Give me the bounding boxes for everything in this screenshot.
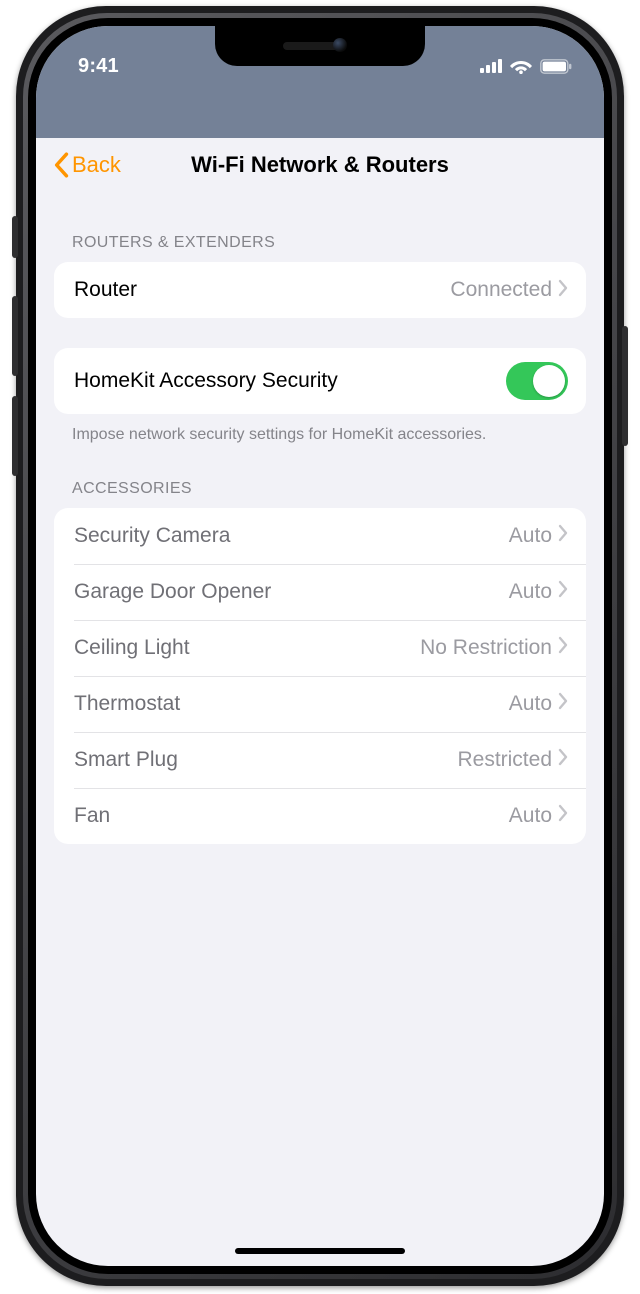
accessory-row-label: Ceiling Light bbox=[74, 636, 420, 660]
chevron-right-icon bbox=[558, 580, 568, 603]
accessory-row-label: Security Camera bbox=[74, 524, 509, 548]
power-button bbox=[622, 326, 628, 446]
chevron-left-icon bbox=[52, 152, 70, 178]
router-row-label: Router bbox=[74, 278, 450, 302]
back-button[interactable]: Back bbox=[52, 152, 121, 178]
screen: 9:41 bbox=[36, 26, 604, 1266]
section-header-routers: ROUTERS & EXTENDERS bbox=[54, 234, 586, 262]
notch bbox=[215, 26, 425, 66]
accessories-card: Security CameraAutoGarage Door OpenerAut… bbox=[54, 508, 586, 844]
chevron-right-icon bbox=[558, 524, 568, 547]
wifi-icon bbox=[510, 58, 532, 74]
accessory-row-value: Auto bbox=[509, 524, 552, 548]
router-row-value: Connected bbox=[450, 278, 552, 302]
security-card: HomeKit Accessory Security bbox=[54, 348, 586, 414]
silence-switch bbox=[12, 216, 18, 258]
toggle-knob bbox=[533, 365, 565, 397]
cellular-icon bbox=[480, 59, 502, 73]
section-header-accessories: ACCESSORIES bbox=[54, 480, 586, 508]
accessory-row-value: Auto bbox=[509, 692, 552, 716]
accessory-row[interactable]: Ceiling LightNo Restriction bbox=[54, 620, 586, 676]
accessory-row-label: Smart Plug bbox=[74, 748, 457, 772]
accessory-row[interactable]: FanAuto bbox=[54, 788, 586, 844]
chevron-right-icon bbox=[558, 636, 568, 659]
accessory-row[interactable]: ThermostatAuto bbox=[54, 676, 586, 732]
content-area: ROUTERS & EXTENDERS Router Connected bbox=[36, 198, 604, 1266]
accessory-row[interactable]: Security CameraAuto bbox=[54, 508, 586, 564]
volume-up-button bbox=[12, 296, 18, 376]
page-title: Wi-Fi Network & Routers bbox=[36, 152, 604, 178]
home-indicator[interactable] bbox=[235, 1248, 405, 1254]
router-row[interactable]: Router Connected bbox=[54, 262, 586, 318]
homekit-security-row[interactable]: HomeKit Accessory Security bbox=[54, 348, 586, 414]
accessory-row[interactable]: Garage Door OpenerAuto bbox=[54, 564, 586, 620]
security-footer-text: Impose network security settings for Hom… bbox=[54, 414, 586, 446]
status-indicators bbox=[480, 58, 572, 74]
back-label: Back bbox=[72, 152, 121, 178]
security-row-label: HomeKit Accessory Security bbox=[74, 369, 506, 393]
security-toggle[interactable] bbox=[506, 362, 568, 400]
chevron-right-icon bbox=[558, 748, 568, 771]
accessory-row-label: Fan bbox=[74, 804, 509, 828]
chevron-right-icon bbox=[558, 692, 568, 715]
battery-icon bbox=[540, 59, 572, 74]
chevron-right-icon bbox=[558, 804, 568, 827]
router-card: Router Connected bbox=[54, 262, 586, 318]
accessory-row[interactable]: Smart PlugRestricted bbox=[54, 732, 586, 788]
phone-frame: 9:41 bbox=[16, 6, 624, 1286]
accessory-row-value: Auto bbox=[509, 804, 552, 828]
front-camera bbox=[333, 38, 347, 52]
accessory-row-label: Thermostat bbox=[74, 692, 509, 716]
accessory-row-value: Restricted bbox=[457, 748, 552, 772]
accessory-row-label: Garage Door Opener bbox=[74, 580, 509, 604]
accessory-row-value: No Restriction bbox=[420, 636, 552, 660]
accessory-row-value: Auto bbox=[509, 580, 552, 604]
chevron-right-icon bbox=[558, 279, 568, 302]
status-time: 9:41 bbox=[78, 55, 119, 78]
volume-down-button bbox=[12, 396, 18, 476]
